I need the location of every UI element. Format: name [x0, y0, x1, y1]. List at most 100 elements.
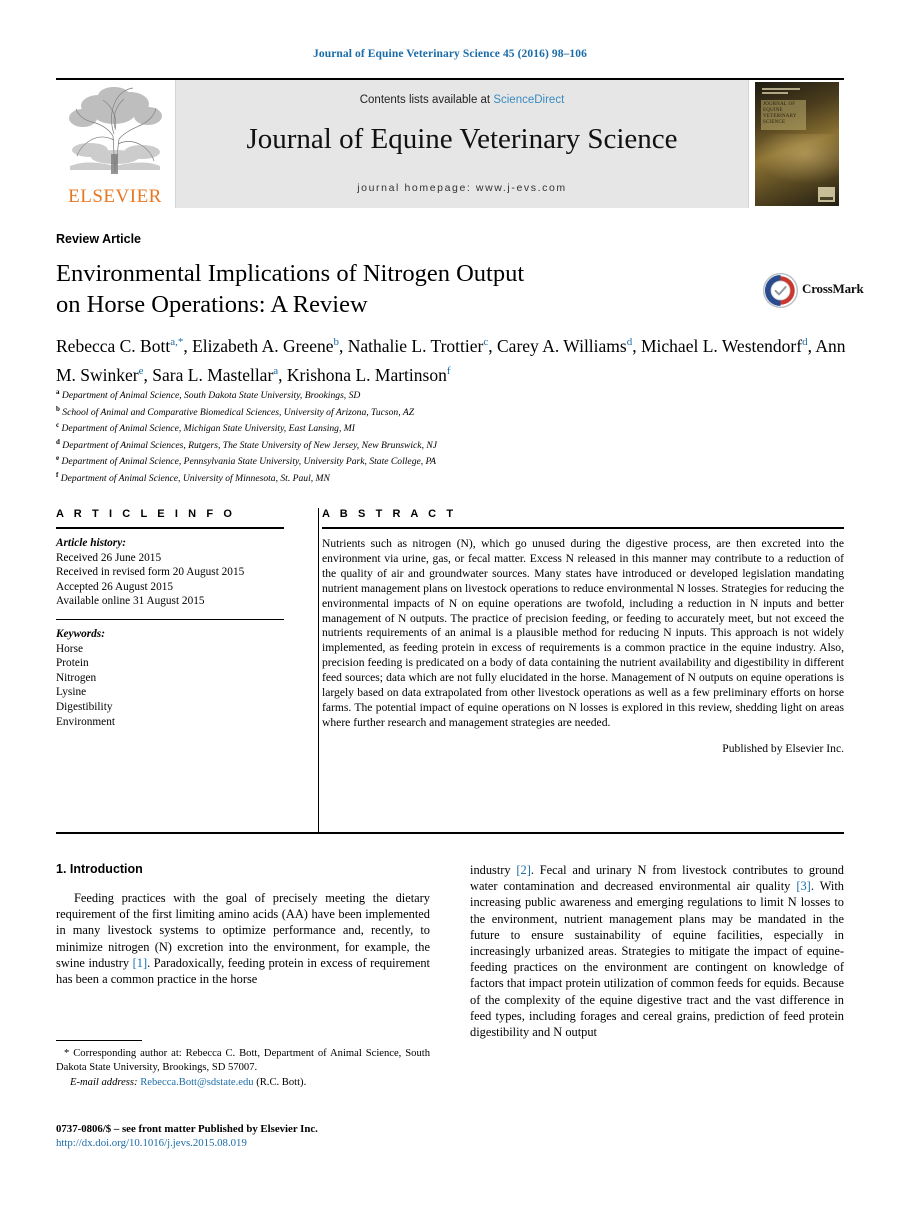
article-info-column: A R T I C L E I N F O Article history: R…: [56, 508, 302, 755]
email-label: E-mail address:: [70, 1077, 138, 1089]
email-note: E-mail address: Rebecca.Bott@sdstate.edu…: [56, 1076, 430, 1090]
journal-homepage-link[interactable]: journal homepage: www.j-evs.com: [176, 182, 748, 194]
cover-publisher-mark: [818, 187, 835, 202]
issn-line: 0737-0806/$ – see front matter Published…: [56, 1123, 318, 1135]
email-suffix: (R.C. Bott).: [256, 1077, 307, 1089]
article-history: Article history: Received 26 June 2015 Re…: [56, 536, 284, 609]
article-history-item: Received in revised form 20 August 2015: [56, 566, 245, 579]
affiliation-item: a Department of Animal Science, South Da…: [56, 388, 361, 402]
affiliation-mark: c: [56, 421, 60, 430]
author-affil-mark: a: [273, 364, 279, 377]
article-history-item: Available online 31 August 2015: [56, 595, 205, 608]
intro-paragraph-left: Feeding practices with the goal of preci…: [56, 890, 430, 987]
keyword-item: Digestibility: [56, 700, 113, 713]
author-affil-mark: b: [333, 336, 340, 348]
affiliation-mark: a: [56, 388, 60, 396]
email-link[interactable]: Rebecca.Bott@sdstate.edu: [140, 1077, 253, 1088]
elsevier-tree-icon: [56, 84, 174, 184]
article-type-label: Review Article: [56, 232, 141, 246]
abstract-rule: [322, 527, 844, 529]
footnote-block: * Corresponding author at: Rebecca C. Bo…: [56, 1040, 430, 1090]
crossmark-label: CrossMark: [802, 281, 864, 296]
article-info-heading: A R T I C L E I N F O: [56, 508, 236, 520]
author-affil-mark: c: [483, 336, 489, 348]
author-affil-mark: f: [446, 364, 451, 377]
abstract-column: A B S T R A C T Nutrients such as nitrog…: [302, 508, 844, 755]
keyword-item: Lysine: [56, 686, 87, 699]
keyword-item: Environment: [56, 715, 115, 728]
info-abstract-band: A R T I C L E I N F O Article history: R…: [56, 508, 844, 755]
keyword-item: Horse: [56, 642, 83, 655]
crossmark-icon: [762, 272, 799, 309]
keywords-rule: [56, 618, 284, 620]
title-line-2: on Horse Operations: A Review: [56, 291, 368, 318]
journal-title: Journal of Equine Veterinary Science: [246, 123, 678, 155]
affiliation-item: c Department of Animal Science, Michigan…: [56, 421, 355, 435]
masthead-center: Contents lists available at ScienceDirec…: [176, 80, 748, 208]
author-affil-mark: a,*: [170, 336, 184, 348]
author-name: Krishona L. Martinson: [286, 364, 447, 385]
author-name: Carey A. Williams: [497, 335, 627, 356]
corresponding-marker: *: [64, 1048, 70, 1059]
body-column-right: industry [2]. Fecal and urinary N from l…: [470, 862, 844, 1112]
keywords-heading: Keywords:: [56, 627, 105, 640]
author-name: Sara L. Mastellar: [152, 364, 274, 385]
affiliation-item: b School of Animal and Comparative Biome…: [56, 404, 415, 418]
corresponding-author-text: Corresponding author at: Rebecca C. Bott…: [56, 1048, 430, 1073]
keywords-items: Horse Protein Nitrogen Lysine Digestibility E…: [56, 642, 284, 730]
affiliation-item: f Department of Animal Science, Universi…: [56, 470, 330, 485]
publisher-logo-panel: ELSEVIER: [56, 80, 176, 208]
citation-1[interactable]: [1]: [133, 956, 147, 970]
elsevier-wordmark: ELSEVIER: [68, 186, 162, 207]
abstract-heading: A B S T R A C T: [322, 508, 457, 520]
journal-cover-image: JOURNAL OF EQUINE VETERINARY SCIENCE: [755, 82, 839, 206]
cover-title-text: JOURNAL OF EQUINE VETERINARY SCIENCE: [763, 102, 797, 125]
intro-text-c: industry: [470, 863, 517, 877]
title-line-1: Environmental Implications of Nitrogen O…: [56, 260, 525, 287]
article-history-heading: Article history:: [56, 537, 126, 549]
affiliation-mark: d: [56, 437, 60, 446]
author-affil-mark: e: [138, 364, 144, 377]
author-name: Nathalie L. Trottier: [347, 335, 484, 356]
contents-prefix: Contents lists available at: [359, 94, 494, 106]
crossmark-badge[interactable]: CrossMark: [762, 272, 864, 310]
intro-text-e: . With increasing public awareness and e…: [470, 879, 844, 1040]
article-info-rule: [56, 527, 284, 529]
abstract-text: Nutrients such as nitrogen (N), which go…: [322, 537, 844, 729]
affiliation-item: e Department of Animal Science, Pennsylv…: [56, 454, 437, 468]
intro-paragraph-right: industry [2]. Fecal and urinary N from l…: [470, 862, 844, 1040]
cover-artwork: [755, 134, 839, 184]
article-page: Journal of Equine Veterinary Science 45 …: [0, 0, 900, 1230]
article-history-item: Accepted 26 August 2015: [56, 580, 174, 593]
citation-2[interactable]: [2]: [516, 863, 530, 877]
keyword-item: Protein: [56, 657, 89, 670]
corresponding-author-note: * Corresponding author at: Rebecca C. Bo…: [56, 1047, 430, 1074]
sciencedirect-link[interactable]: ScienceDirect: [493, 94, 564, 106]
author-affil-mark: d: [802, 336, 808, 348]
article-history-items: Received 26 June 2015 Received in revised…: [56, 551, 284, 609]
issn-block: 0737-0806/$ – see front matter Published…: [56, 1122, 476, 1150]
doi-link[interactable]: http://dx.doi.org/10.1016/j.jevs.2015.08…: [56, 1136, 476, 1150]
page-title: Environmental Implications of Nitrogen O…: [56, 258, 716, 320]
author-name: Michael L. Westendorf: [640, 335, 803, 356]
affiliation-mark: f: [56, 470, 59, 479]
citation-3[interactable]: [3]: [796, 879, 810, 893]
band-vertical-divider: [318, 508, 319, 832]
journal-masthead: ELSEVIER Contents lists available at Sci…: [56, 78, 844, 208]
section-heading-introduction: 1. Introduction: [56, 862, 143, 876]
cover-header-lines: [762, 88, 800, 96]
affiliation-mark: e: [56, 454, 60, 463]
running-head: Journal of Equine Veterinary Science 45 …: [313, 48, 587, 60]
author-name: Rebecca C. Bott: [56, 335, 171, 356]
abstract-publisher-note: Published by Elsevier Inc.: [722, 742, 844, 756]
affiliation-item: d Department of Animal Sciences, Rutgers…: [56, 437, 438, 451]
footnote-rule: [56, 1040, 142, 1041]
keyword-item: Nitrogen: [56, 671, 97, 684]
keywords-block: Keywords: Horse Protein Nitrogen Lysine Dige…: [56, 627, 284, 729]
article-history-item: Received 26 June 2015: [56, 551, 162, 564]
affiliation-mark: b: [56, 404, 60, 413]
author-affil-mark: d: [626, 336, 633, 348]
affiliation-list: a Department of Animal Science, South Da…: [56, 386, 846, 486]
journal-cover-panel: JOURNAL OF EQUINE VETERINARY SCIENCE: [748, 80, 844, 208]
band-bottom-rule: [56, 832, 844, 834]
